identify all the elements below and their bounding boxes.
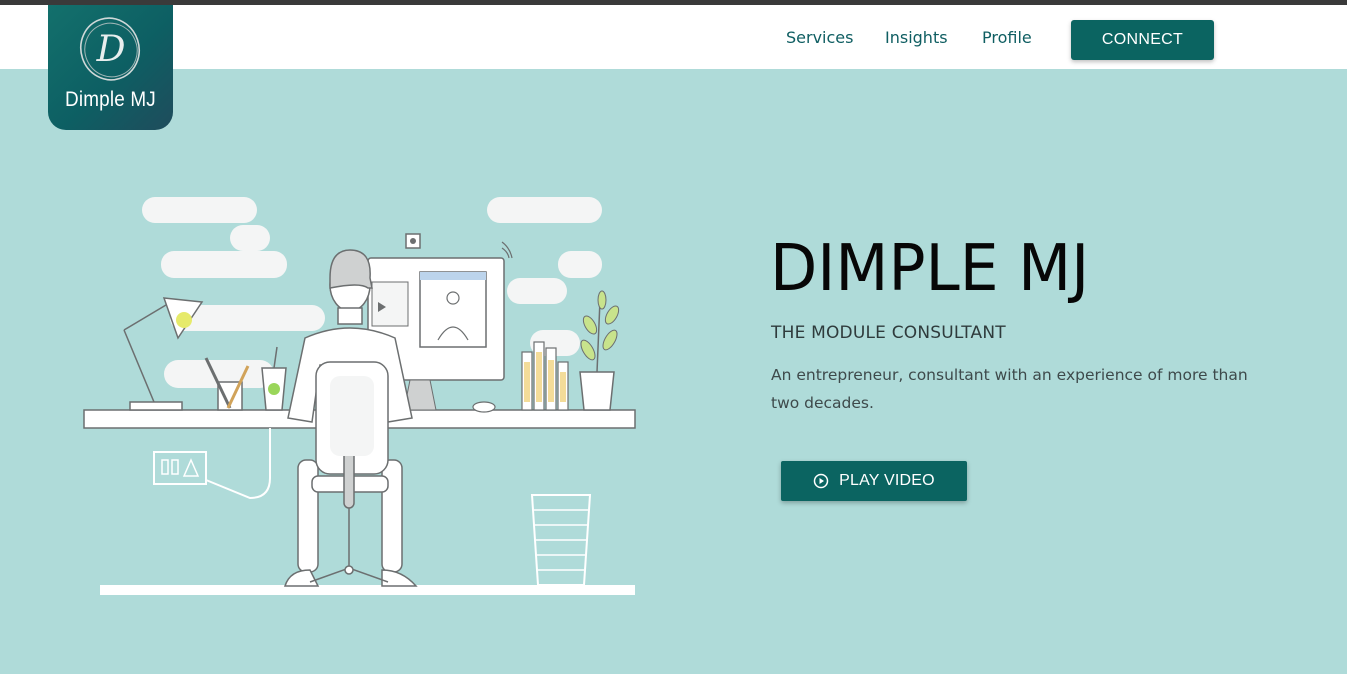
hero-description: An entrepreneur, consultant with an expe… (771, 366, 1248, 412)
logo-text: Dimple MJ (65, 88, 156, 111)
play-video-label: PLAY VIDEO (839, 472, 935, 489)
logo-mark-icon: D (80, 17, 140, 81)
nav-link-profile[interactable]: Profile (982, 28, 1032, 47)
nav-link-services[interactable]: Services (786, 28, 853, 47)
hero-subtitle: THE MODULE CONSULTANT (771, 323, 1006, 343)
svg-text:D: D (96, 29, 126, 70)
connect-button[interactable]: CONNECT (1071, 20, 1214, 60)
person-at-desk-illustration (83, 197, 636, 595)
play-circle-icon (813, 473, 829, 489)
brand-logo[interactable]: D Dimple MJ (48, 5, 173, 130)
play-video-button[interactable]: PLAY VIDEO (781, 461, 967, 501)
hero-title: DIMPLE MJ (770, 232, 1090, 306)
nav-link-insights[interactable]: Insights (885, 28, 948, 47)
